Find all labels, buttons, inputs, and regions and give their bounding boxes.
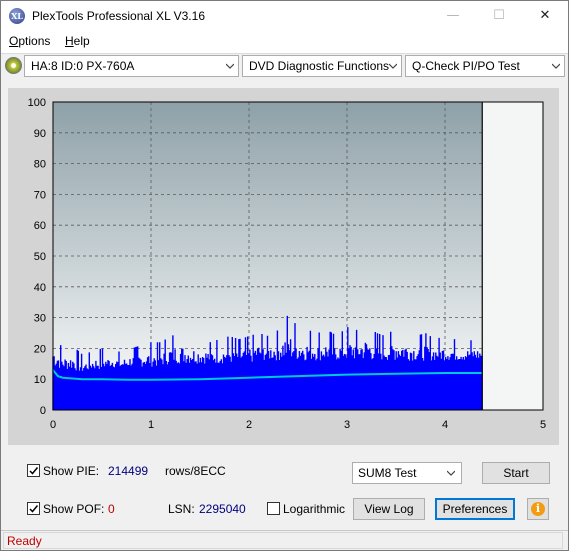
menu-bar: Options Help [1,31,568,53]
test-select[interactable]: Q-Check PI/PO Test [405,55,565,77]
function-select[interactable]: DVD Diagnostic Functions [242,55,402,77]
app-logo-icon: XL [9,8,25,24]
chevron-down-icon [389,63,397,69]
start-button[interactable]: Start [482,462,550,484]
unused-region [482,102,543,410]
chart-svg: 0 10 20 30 40 50 60 70 80 90 100 0 1 2 3 4 5 [28,97,546,431]
show-pie-label: Show PIE: [43,464,100,478]
x-tick-label: 5 [540,419,546,431]
sum-test-select[interactable]: SUM8 Test [352,462,462,484]
menu-options-label: ptions [18,34,51,48]
toolbar-divider [1,53,568,54]
app-window: XL PlexTools Professional XL V3.16 — ☐ ✕… [0,0,569,551]
x-tick-label: 0 [50,419,56,431]
y-tick-label: 100 [28,97,46,109]
drive-select[interactable]: HA:8 ID:0 PX-760A [24,55,239,77]
logarithmic-checkbox[interactable] [267,502,280,515]
chevron-down-icon [552,63,560,69]
show-pie-checkbox[interactable] [27,464,40,477]
window-title: PlexTools Professional XL V3.16 [32,9,205,23]
y-tick-label: 70 [34,189,46,201]
y-tick-label: 10 [34,374,46,386]
x-tick-label: 1 [148,419,154,431]
sum-test-value: SUM8 Test [358,466,417,480]
y-tick-label: 50 [34,251,46,263]
pie-unit: rows/8ECC [165,464,226,478]
preferences-button[interactable]: Preferences [435,498,515,520]
menu-help-label: elp [73,34,90,48]
lsn-label: LSN: [168,502,195,516]
drive-select-value: HA:8 ID:0 PX-760A [31,59,135,73]
y-tick-label: 60 [34,220,46,232]
controls-panel: Show PIE: 214499 rows/8ECC SUM8 Test Sta… [1,449,568,527]
x-tick-label: 3 [344,419,350,431]
show-pof-label: Show POF: [43,502,105,516]
checkmark-icon [29,505,39,513]
pi-po-chart: 0 10 20 30 40 50 60 70 80 90 100 0 1 2 3 4 5 [8,88,559,445]
minimize-button[interactable]: — [430,1,476,31]
status-bar: Ready [1,530,568,550]
menu-help-mnemonic: H [65,34,74,48]
y-tick-label: 80 [34,159,46,171]
logarithmic-label: Logarithmic [283,502,346,516]
show-pof-checkbox[interactable] [27,502,40,515]
disc-drive-icon [5,57,22,74]
chevron-down-icon [226,63,234,69]
close-button[interactable]: ✕ [522,1,568,31]
y-tick-label: 20 [34,343,46,355]
function-select-value: DVD Diagnostic Functions [249,59,390,73]
pie-value: 214499 [108,464,149,478]
lsn-value: 2295040 [199,502,246,516]
status-panel [3,532,563,549]
y-tick-label: 40 [34,282,46,294]
maximize-button[interactable]: ☐ [476,1,522,31]
y-tick-label: 30 [34,313,46,325]
status-text: Ready [7,534,42,548]
menu-options[interactable]: Options [9,34,50,48]
y-tick-label: 0 [40,405,46,417]
x-tick-label: 4 [442,419,448,431]
chevron-down-icon [447,470,455,476]
menu-help[interactable]: Help [65,34,90,48]
y-tick-label: 90 [34,128,46,140]
x-tick-label: 2 [246,419,252,431]
title-bar: XL PlexTools Professional XL V3.16 — ☐ ✕ [1,1,568,31]
view-log-button[interactable]: View Log [353,498,425,520]
info-icon: i [531,502,545,516]
info-button[interactable]: i [527,498,549,520]
menu-options-mnemonic: O [9,34,19,48]
checkmark-icon [29,467,39,475]
pof-value: 0 [108,502,115,516]
test-select-value: Q-Check PI/PO Test [412,59,520,73]
